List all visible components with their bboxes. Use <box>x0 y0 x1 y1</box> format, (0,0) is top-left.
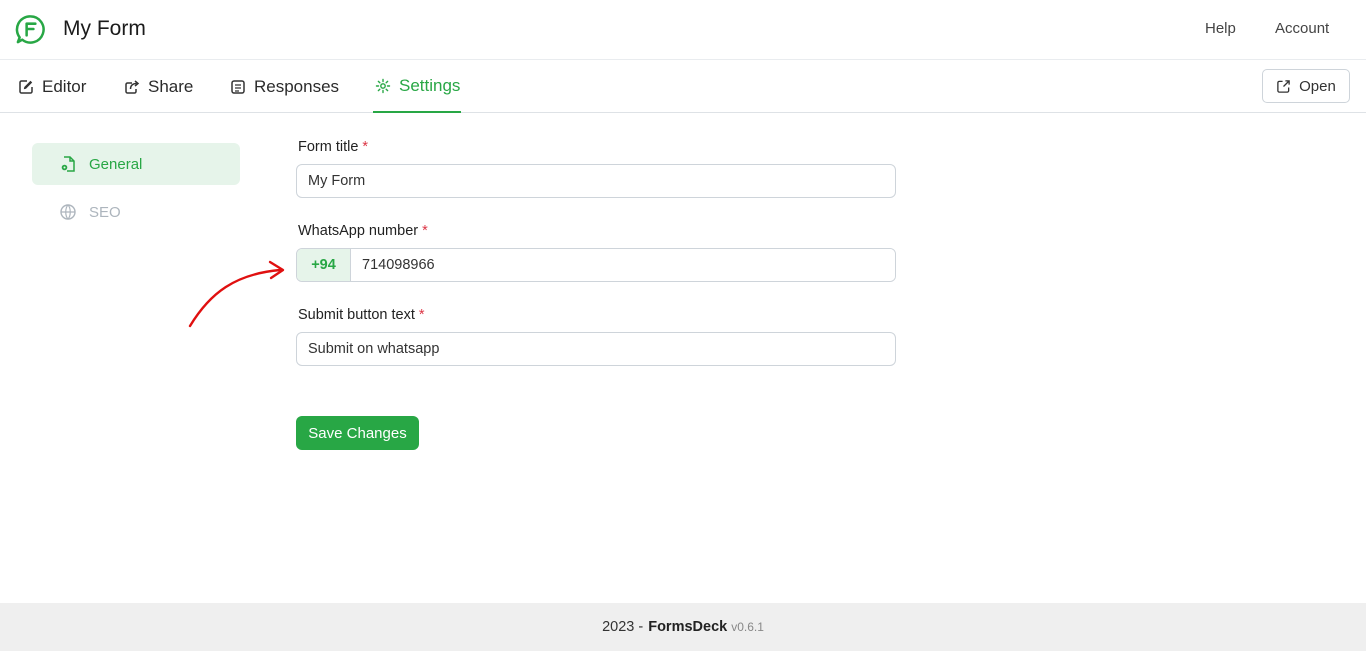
app-title: My Form <box>63 17 146 40</box>
form-chat-logo-icon[interactable] <box>15 14 46 45</box>
tab-responses[interactable]: Responses <box>230 60 339 113</box>
submit-button-text-label-text: Submit button text <box>298 307 415 323</box>
account-link[interactable]: Account <box>1275 20 1329 37</box>
submit-button-text-label: Submit button text * <box>298 307 425 323</box>
external-link-icon <box>1277 79 1290 93</box>
form-title-label-text: Form title <box>298 139 359 155</box>
sidebar-item-label: General <box>89 155 143 173</box>
required-mark: * <box>362 139 369 155</box>
footer-year: 2023 - <box>602 619 644 635</box>
tab-editor-label: Editor <box>42 76 87 96</box>
required-mark: * <box>418 307 425 323</box>
tab-responses-label: Responses <box>254 76 340 96</box>
form-title-input[interactable] <box>296 164 896 198</box>
tab-editor[interactable]: Editor <box>18 60 86 113</box>
annotation-arrow-icon <box>188 260 285 328</box>
whatsapp-number-label: WhatsApp number * <box>298 223 428 239</box>
form-title-label: Form title * <box>298 139 368 155</box>
footer-version: v0.6.1 <box>731 620 764 634</box>
sidebar-item-seo[interactable]: SEO <box>32 191 240 233</box>
edit-icon <box>19 79 33 94</box>
help-link[interactable]: Help <box>1205 20 1236 37</box>
file-gear-icon <box>61 156 75 172</box>
sidebar-item-label: SEO <box>89 203 121 221</box>
whatsapp-number-label-text: WhatsApp number <box>298 223 419 239</box>
country-code-prefix: +94 <box>297 249 351 281</box>
required-mark: * <box>422 223 428 239</box>
tab-share-label: Share <box>148 76 194 96</box>
open-button-label: Open <box>1299 77 1336 95</box>
app-header: My Form Help Account <box>0 0 1366 60</box>
whatsapp-number-input[interactable] <box>351 249 895 281</box>
save-changes-button[interactable]: Save Changes <box>296 416 419 450</box>
tab-bar: Editor Share Responses Settings Open <box>0 60 1366 113</box>
responses-icon <box>231 79 245 94</box>
tab-share[interactable]: Share <box>124 60 193 113</box>
footer-brand: FormsDeck <box>648 619 728 635</box>
share-icon <box>125 79 140 94</box>
app-footer: 2023 - FormsDeck v0.6.1 <box>0 603 1366 651</box>
open-button[interactable]: Open <box>1262 69 1350 103</box>
tab-settings[interactable]: Settings <box>373 60 461 113</box>
tab-settings-label: Settings <box>399 75 461 95</box>
whatsapp-number-group: +94 <box>296 248 896 282</box>
submit-button-text-input[interactable] <box>296 332 896 366</box>
gear-icon <box>375 78 391 93</box>
sidebar-item-general[interactable]: General <box>32 143 240 185</box>
globe-icon <box>60 204 76 220</box>
